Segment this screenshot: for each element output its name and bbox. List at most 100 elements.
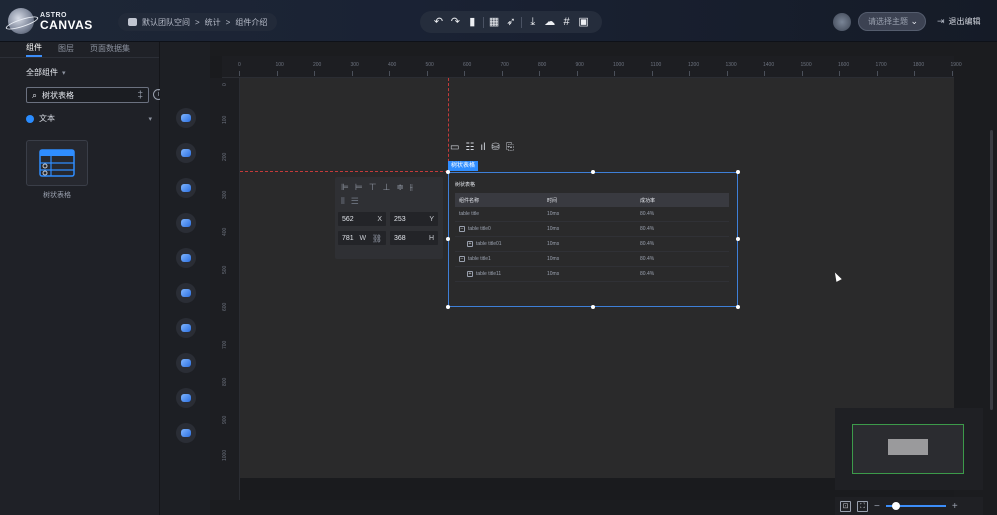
resize-handle-top-left[interactable] — [446, 170, 450, 174]
redo-icon[interactable]: ↷ — [449, 16, 462, 28]
publish-icon[interactable]: ➶ — [504, 16, 517, 28]
column-header-rate: 成功率 — [640, 197, 656, 204]
position-size-panel: ⊫ ⊨ ⊤ ⊥ ≑ ⫲ ⫴ ☰ 562 X 253 Y 781 W ⛓ 368 … — [335, 177, 443, 259]
table-row[interactable]: − table title1 10ms 80.4% — [455, 252, 729, 267]
resize-handle-left[interactable] — [446, 237, 450, 241]
app-logo[interactable]: ASTRO CANVAS — [8, 6, 118, 36]
table-row[interactable]: + table title01 10ms 80.4% — [455, 237, 729, 252]
table-row[interactable]: + table title11 10ms 80.4% — [455, 267, 729, 282]
cell-name: + table title11 — [455, 271, 547, 277]
download-icon[interactable]: ⤓ — [526, 16, 539, 28]
align-left-icon[interactable]: ⊫ — [341, 182, 349, 193]
zoom-slider[interactable] — [885, 502, 946, 510]
align-top-icon[interactable]: ⊤ — [369, 182, 377, 193]
rail-item-other[interactable] — [176, 423, 196, 443]
resize-handle-bottom-left[interactable] — [446, 305, 450, 309]
ruler-vertical[interactable]: 0 100 200 300 400 500 600 700 800 900 1000 — [210, 78, 240, 500]
expand-icon[interactable]: + — [467, 241, 473, 247]
column-header-name: 组件名称 — [459, 197, 480, 204]
grid-icon[interactable]: # — [560, 16, 573, 28]
widget-style-icon[interactable]: ▭ — [450, 142, 459, 153]
settings-icon[interactable]: ▣ — [577, 16, 590, 28]
reference-guide-horizontal[interactable] — [240, 171, 448, 172]
resize-handle-bottom[interactable] — [591, 305, 595, 309]
widget-chart-icon[interactable]: ıl — [480, 142, 485, 153]
h-label: H — [428, 234, 434, 242]
y-position-input[interactable]: 253 Y — [390, 212, 438, 226]
breadcrumb-item-stats[interactable]: 统计 — [205, 17, 221, 28]
tab-page-datasets[interactable]: 页面数据集 — [90, 43, 130, 57]
category-select[interactable]: 全部组件 ▾ — [26, 67, 66, 78]
upload-icon[interactable]: ☁ — [543, 16, 556, 28]
tab-layers[interactable]: 图层 — [58, 43, 74, 57]
zoom-in-icon[interactable]: + — [952, 501, 958, 512]
breadcrumb-item-team[interactable]: 默认团队空间 — [142, 17, 190, 28]
resize-handle-top[interactable] — [591, 170, 595, 174]
resize-handle-top-right[interactable] — [736, 170, 740, 174]
search-input[interactable] — [42, 90, 113, 100]
distribute-horizontal-icon[interactable]: ⫴ — [341, 196, 345, 207]
fit-screen-icon[interactable]: ⊡ — [840, 500, 851, 512]
widget-interaction-icon[interactable]: ⎘ — [506, 142, 514, 153]
ruler-horizontal[interactable]: 0 100 200 300 400 500 600 700 800 900 1000 1100 1200… — [222, 56, 962, 78]
ruler-tick-label: 600 — [222, 302, 228, 311]
save-icon[interactable]: ▮ — [466, 16, 479, 28]
widget-settings-icon[interactable]: ☷ — [465, 142, 474, 153]
theme-select[interactable]: 请选择主题 ⌄ — [858, 12, 926, 31]
lock-ratio-icon[interactable]: ⛓ — [372, 234, 382, 243]
height-input[interactable]: 368 H — [390, 231, 438, 245]
component-type-group[interactable]: 文本 ▾ — [26, 113, 152, 124]
column-header-time: 时间 — [547, 197, 558, 204]
table-row[interactable]: table title 10ms 80.4% — [455, 207, 729, 222]
reference-guide-vertical[interactable] — [448, 78, 449, 172]
align-center-v-icon[interactable]: ≑ — [396, 182, 404, 193]
x-position-input[interactable]: 562 X — [338, 212, 386, 226]
rail-item-media[interactable] — [176, 178, 196, 198]
align-right-icon[interactable]: ⫲ — [410, 182, 413, 193]
x-value: 562 — [342, 215, 354, 223]
filter-icon[interactable]: ‡ — [137, 90, 143, 101]
ruler-tick-label: 1700 — [875, 62, 887, 76]
tab-components[interactable]: 组件 — [26, 42, 42, 57]
breadcrumb-item-page[interactable]: 组件介绍 — [235, 17, 267, 28]
expand-icon[interactable]: + — [467, 271, 473, 277]
resize-handle-right[interactable] — [736, 237, 740, 241]
fullscreen-icon[interactable]: ⛶ — [857, 500, 868, 512]
rail-item-material[interactable] — [176, 353, 196, 373]
resize-handle-bottom-right[interactable] — [736, 305, 740, 309]
ruler-tick-label: 100 — [222, 115, 228, 124]
rail-item-text[interactable] — [176, 213, 196, 233]
ruler-tick-label: 1400 — [763, 62, 775, 76]
other-category-icon — [181, 429, 191, 437]
table-row[interactable]: − table title0 10ms 80.4% — [455, 222, 729, 237]
rail-item-control[interactable] — [176, 283, 196, 303]
rail-item-3d[interactable] — [176, 388, 196, 408]
component-card-tree-table[interactable] — [26, 140, 88, 186]
preview-icon[interactable]: ▦ — [488, 16, 501, 28]
rail-item-map[interactable] — [176, 143, 196, 163]
rail-item-table[interactable] — [176, 248, 196, 268]
exit-edit-button[interactable]: ⇥ 退出编辑 — [937, 16, 981, 27]
align-bottom-icon[interactable]: ⊥ — [383, 182, 391, 193]
cell-name-text: table title11 — [476, 271, 502, 277]
zoom-out-icon[interactable]: − — [874, 501, 880, 512]
rail-item-decoration[interactable] — [176, 318, 196, 338]
collapse-icon[interactable]: − — [459, 256, 465, 262]
user-avatar[interactable] — [833, 13, 851, 31]
rail-item-chart[interactable] — [176, 108, 196, 128]
distribute-vertical-icon[interactable]: ☰ — [351, 196, 359, 207]
collapse-icon[interactable]: − — [459, 226, 465, 232]
text-type-icon — [26, 114, 34, 123]
undo-icon[interactable]: ↶ — [432, 16, 445, 28]
canvas-scrollbar-vertical[interactable] — [990, 130, 993, 410]
material-category-icon — [181, 359, 191, 367]
zoom-slider-knob[interactable] — [891, 502, 900, 510]
logo-big-text: CANVAS — [40, 17, 93, 32]
cell-name-text: table title01 — [476, 241, 502, 247]
align-center-h-icon[interactable]: ⊨ — [355, 182, 363, 193]
widget-data-icon[interactable]: ⛁ — [491, 142, 499, 153]
tree-table-widget[interactable]: 树状表格 组件名称 时间 成功率 table title 10ms 80.4% − ta… — [455, 180, 729, 282]
width-input[interactable]: 781 W ⛓ — [338, 231, 386, 245]
top-bar: ASTRO CANVAS 默认团队空间 > 统计 > 组件介绍 ↶ ↷ ▮ ▦ … — [0, 0, 997, 42]
toolbar-divider — [521, 16, 523, 28]
